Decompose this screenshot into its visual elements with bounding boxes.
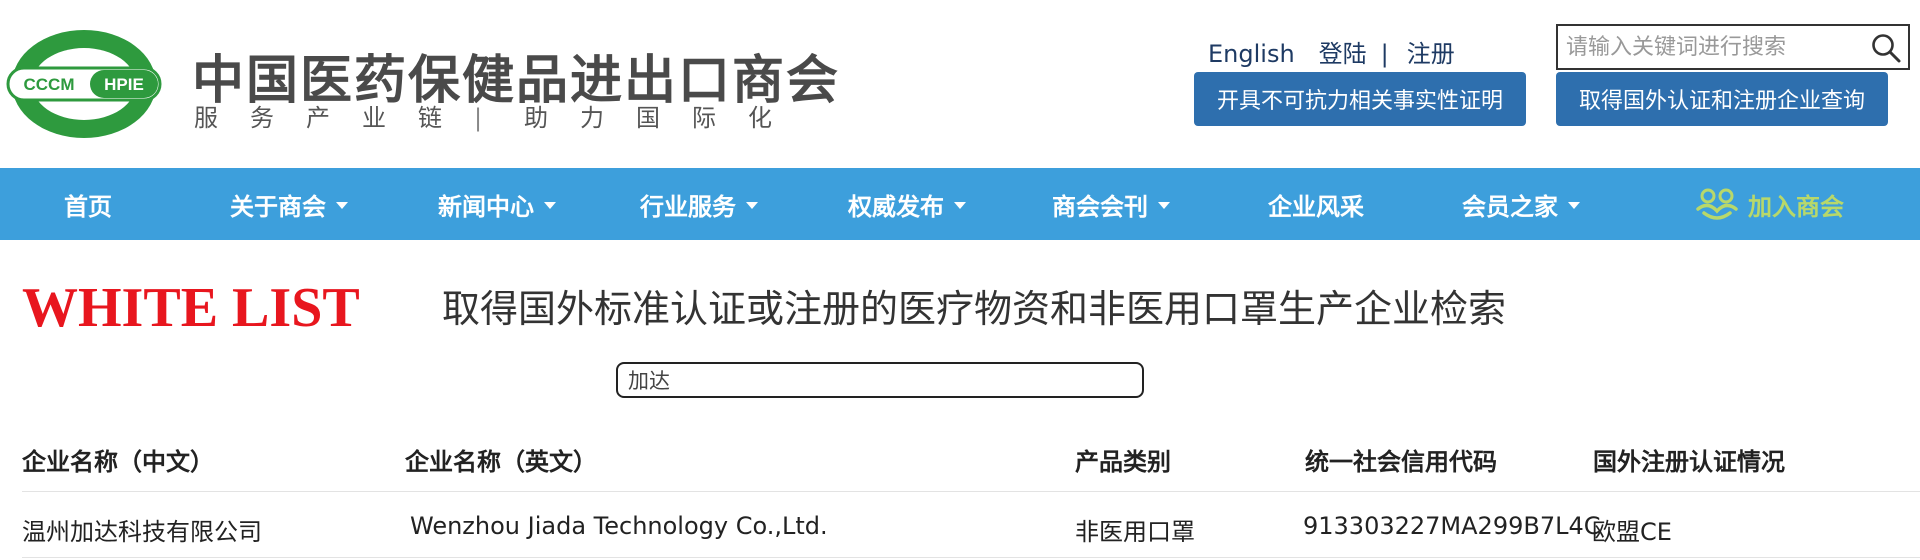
people-icon [1696, 188, 1738, 220]
tagline-char: 服 [194, 104, 218, 132]
org-tagline: 服 务 产 业 链 | 助 力 国 际 化 [194, 98, 804, 133]
register-link[interactable]: 注册 [1407, 34, 1455, 69]
top-links: English 登陆 | 注册 [1208, 34, 1455, 69]
cccm-hpie-logo[interactable]: CCCM HPIE [6, 26, 162, 142]
tagline-char: 产 [306, 104, 330, 132]
page-title: 取得国外标准认证或注册的医疗物资和非医用口罩生产企业检索 [442, 287, 1507, 331]
nav-item-news[interactable]: 新闻中心 [438, 168, 556, 240]
search-box [1556, 24, 1910, 70]
join-chamber-button[interactable]: 加入商会 [1694, 168, 1844, 240]
nav-label: 企业风采 [1268, 192, 1364, 221]
col-header-credit-code[interactable]: 统一社会信用代码 [1305, 442, 1497, 477]
join-label: 加入商会 [1748, 192, 1844, 221]
force-majeure-certificate-button[interactable]: 开具不可抗力相关事实性证明 [1194, 72, 1526, 126]
col-header-name-cn[interactable]: 企业名称（中文） [22, 442, 214, 477]
nav-label: 关于商会 [230, 192, 326, 221]
tagline-char: 际 [692, 104, 716, 132]
cell-credit-code: 913303227MA299B7L4C [1303, 512, 1601, 540]
nav-label: 新闻中心 [438, 192, 534, 221]
main-nav: 首页 关于商会 新闻中心 行业服务 权威发布 商会会刊 企业风采 会员之家 加入… [0, 168, 1920, 240]
col-header-name-en[interactable]: 企业名称（英文） [405, 442, 597, 477]
tagline-char: 助 [524, 104, 548, 132]
caret-down-icon [1568, 201, 1580, 209]
caret-down-icon [1158, 201, 1170, 209]
search-icon[interactable] [1870, 32, 1902, 64]
foreign-cert-query-button[interactable]: 取得国外认证和注册企业查询 [1556, 72, 1888, 126]
english-link[interactable]: English [1208, 40, 1295, 68]
nav-item-showcase[interactable]: 企业风采 [1268, 168, 1364, 240]
tagline-char: 力 [580, 104, 604, 132]
link-divider: | [1380, 40, 1389, 68]
tagline-char: 化 [748, 104, 772, 132]
site-header: CCCM HPIE 中国医药保健品进出口商会 服务产业链 | 助力国际化 Engli… [0, 0, 1920, 168]
table-header-row: 企业名称（中文） 企业名称（英文） 产品类别 统一社会信用代码 国外注册认证情况 [22, 428, 1920, 492]
caret-down-icon [336, 201, 348, 209]
nav-item-home[interactable]: 首页 [64, 168, 112, 240]
cell-cert-status: 欧盟CE [1592, 518, 1672, 546]
white-list-logo: WHITE LIST [22, 277, 360, 339]
nav-label: 会员之家 [1462, 192, 1558, 221]
logo-text-cccm: CCCM [24, 75, 75, 94]
nav-item-journal[interactable]: 商会会刊 [1052, 168, 1170, 240]
nav-label: 行业服务 [640, 192, 736, 221]
nav-item-releases[interactable]: 权威发布 [848, 168, 966, 240]
caret-down-icon [746, 201, 758, 209]
nav-label: 商会会刊 [1052, 192, 1148, 221]
caret-down-icon [544, 201, 556, 209]
tagline-separator: | [474, 104, 483, 132]
search-input[interactable] [1566, 30, 1856, 64]
logo-text-hpie: HPIE [104, 75, 144, 94]
tagline-char: 国 [636, 104, 660, 132]
nav-item-members[interactable]: 会员之家 [1462, 168, 1580, 240]
col-header-product-category[interactable]: 产品类别 [1075, 442, 1171, 477]
nav-label: 权威发布 [848, 192, 944, 221]
tagline-char: 链 [418, 104, 442, 132]
nav-label: 首页 [64, 192, 112, 221]
login-link[interactable]: 登陆 [1319, 34, 1367, 69]
col-header-cert-status[interactable]: 国外注册认证情况 [1593, 442, 1785, 477]
cell-name-en: Wenzhou Jiada Technology Co.,Ltd. [410, 512, 828, 540]
tagline-char: 务 [250, 104, 274, 132]
caret-down-icon [954, 201, 966, 209]
table-row[interactable]: 温州加达科技有限公司 Wenzhou Jiada Technology Co.,… [22, 492, 1920, 558]
cell-name-cn: 温州加达科技有限公司 [22, 518, 262, 546]
nav-item-services[interactable]: 行业服务 [640, 168, 758, 240]
cell-product-category: 非医用口罩 [1075, 518, 1195, 546]
tagline-char: 业 [362, 104, 386, 132]
company-filter-input[interactable] [616, 362, 1144, 398]
nav-item-about[interactable]: 关于商会 [230, 168, 348, 240]
